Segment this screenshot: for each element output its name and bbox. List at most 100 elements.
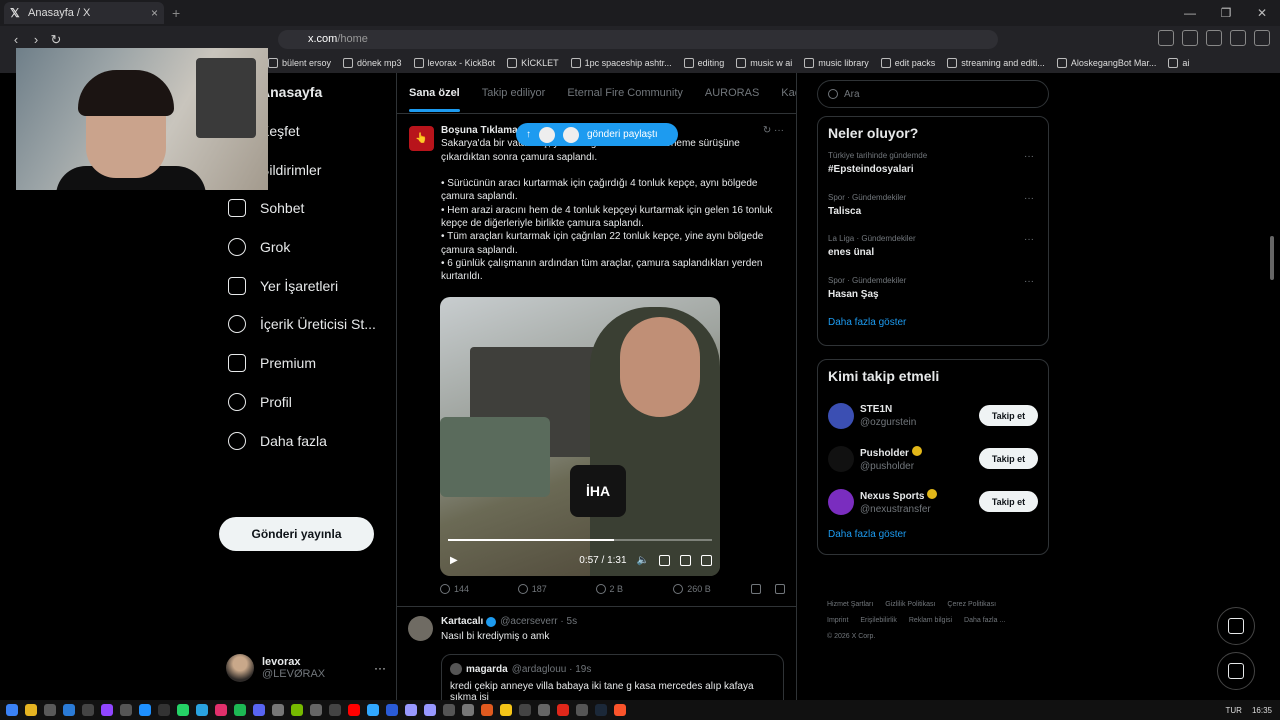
volume-icon[interactable]: 🔈	[637, 555, 649, 566]
account-more-icon[interactable]: ···	[374, 661, 386, 675]
follow-suggestion[interactable]: Pusholder @pusholder Takip et	[828, 437, 1038, 480]
browser-tab[interactable]: 𝕏 Anasayfa / X ×	[4, 2, 164, 24]
premiere-icon[interactable]	[424, 704, 436, 716]
author-avatar[interactable]	[408, 616, 433, 641]
back-icon[interactable]: ‹	[6, 32, 26, 48]
forward-icon[interactable]: ›	[26, 32, 46, 48]
post[interactable]: Kartacalı @acerseverr · 5s Nasıl bi kred…	[397, 606, 796, 714]
bookmark-item[interactable]: levorax - KickBot	[413, 58, 495, 68]
new-posts-pill[interactable]: ↑ gönderi paylaştı	[516, 123, 678, 146]
nav-item-profile[interactable]: Profil	[220, 383, 390, 422]
app-icon[interactable]	[272, 704, 284, 716]
media-encoder-icon[interactable]	[386, 704, 398, 716]
bookmark-item[interactable]: KİCKLET	[507, 58, 559, 68]
nav-item-premium[interactable]: Premium	[220, 344, 390, 383]
photoshop-icon[interactable]	[367, 704, 379, 716]
footer-link[interactable]: Daha fazla ...	[964, 617, 1005, 624]
app-icon[interactable]	[139, 704, 151, 716]
footer-link[interactable]: Hizmet Şartları	[827, 601, 873, 608]
footer-link[interactable]: Imprint	[827, 617, 848, 624]
url-field[interactable]: x.com/home	[278, 30, 998, 49]
vscode-icon[interactable]	[63, 704, 75, 716]
screenshot-icon[interactable]	[1182, 30, 1198, 46]
bookmark-item[interactable]: dönek mp3	[343, 58, 402, 68]
trend-more-icon[interactable]: ···	[1024, 193, 1034, 204]
nav-item-grok[interactable]: Grok	[220, 228, 390, 267]
illustrator-icon[interactable]	[348, 704, 360, 716]
whatsapp-icon[interactable]	[177, 704, 189, 716]
app-icon[interactable]	[576, 704, 588, 716]
settings-icon[interactable]	[659, 554, 670, 566]
bookmark-folder[interactable]: editing	[683, 58, 724, 68]
nav-item-more[interactable]: Daha fazla	[220, 421, 390, 460]
play-icon[interactable]: ▶	[450, 555, 458, 566]
after-effects-icon[interactable]	[405, 704, 417, 716]
follow-button[interactable]: Takip et	[979, 405, 1038, 426]
post-author[interactable]: Boşuna Tıklama	[441, 124, 518, 137]
start-icon[interactable]	[6, 704, 18, 716]
minimize-icon[interactable]: —	[1172, 0, 1208, 26]
app-icon[interactable]	[310, 704, 322, 716]
video-progress-bar[interactable]	[448, 539, 712, 541]
steam-icon[interactable]	[595, 704, 607, 716]
tab-community[interactable]: Eternal Fire Community	[567, 87, 683, 99]
bookmark-item[interactable]: AloskegangBot Mar...	[1056, 58, 1156, 68]
sidebar-icon[interactable]	[1206, 30, 1222, 46]
account-switcher[interactable]: levorax @LEVØRAX ···	[226, 652, 386, 684]
spotify-icon[interactable]	[234, 704, 246, 716]
telegram-icon[interactable]	[196, 704, 208, 716]
bookmark-folder[interactable]: ai	[1168, 58, 1189, 68]
app-icon[interactable]	[120, 704, 132, 716]
tiktok-icon[interactable]	[158, 704, 170, 716]
follow-suggestion[interactable]: Nexus Sports @nexustransfer Takip et	[828, 480, 1038, 523]
post-button[interactable]: Gönderi yayınla	[219, 517, 374, 551]
nav-item-creator-studio[interactable]: İçerik Üreticisi St...	[220, 305, 390, 344]
tab-following[interactable]: Takip ediliyor	[482, 87, 546, 99]
maximize-icon[interactable]: ❐	[1208, 0, 1244, 26]
menu-icon[interactable]	[1254, 30, 1270, 46]
post-video[interactable]: İHA ▶ 0:57 / 1:31 🔈	[440, 297, 720, 576]
show-more-trends-link[interactable]: Daha fazla göster	[828, 317, 1038, 328]
share-icon[interactable]	[775, 584, 785, 594]
app-icon[interactable]	[538, 704, 550, 716]
trend-item[interactable]: Spor · Gündemdekiler Talisca ···	[828, 193, 1038, 235]
extensions-icon[interactable]	[1158, 30, 1174, 46]
fullscreen-icon[interactable]	[701, 554, 712, 566]
file-explorer-icon[interactable]	[25, 704, 37, 716]
trend-item[interactable]: La Liga · Gündemdekiler enes ünal ···	[828, 234, 1038, 276]
pip-icon[interactable]	[680, 554, 691, 566]
reload-icon[interactable]: ↻	[46, 32, 66, 48]
author-avatar-icon[interactable]: 👆	[409, 126, 434, 151]
shield-icon[interactable]	[1230, 30, 1246, 46]
tray-clock[interactable]: 16:35	[1252, 706, 1272, 715]
app-icon[interactable]	[44, 704, 56, 716]
footer-link[interactable]: Çerez Politikası	[947, 601, 996, 608]
post-author[interactable]: Kartacalı	[441, 616, 483, 627]
app-icon[interactable]	[82, 704, 94, 716]
repost-button[interactable]: 187	[517, 584, 596, 594]
follow-suggestion[interactable]: STE1N @ozgurstein Takip et	[828, 394, 1038, 437]
instagram-icon[interactable]	[215, 704, 227, 716]
tray-lang[interactable]: TUR	[1226, 706, 1242, 715]
tab-auroras[interactable]: AURORAS	[705, 87, 759, 99]
bookmark-folder[interactable]: music w ai	[736, 58, 792, 68]
app-icon[interactable]	[500, 704, 512, 716]
page-scrollbar[interactable]	[1270, 236, 1274, 280]
app-icon[interactable]	[519, 704, 531, 716]
post-menu-icon[interactable]: ↻ ···	[763, 124, 784, 137]
bookmark-post-icon[interactable]	[751, 584, 761, 594]
app-icon[interactable]	[329, 704, 341, 716]
follow-button[interactable]: Takip et	[979, 448, 1038, 469]
footer-link[interactable]: Erişilebilirlik	[860, 617, 897, 624]
grok-fab-button[interactable]	[1217, 607, 1255, 645]
window-close-icon[interactable]: ✕	[1244, 0, 1280, 26]
nvidia-icon[interactable]	[291, 704, 303, 716]
app-icon[interactable]	[557, 704, 569, 716]
bookmark-folder[interactable]: music library	[804, 58, 869, 68]
tab-kachow[interactable]: Kachow	[781, 87, 796, 99]
new-tab-icon[interactable]: +	[172, 5, 180, 21]
trend-more-icon[interactable]: ···	[1024, 151, 1034, 162]
bookmark-item[interactable]: bülent ersoy	[268, 58, 331, 68]
views-button[interactable]: 260 B	[673, 584, 751, 594]
trend-item[interactable]: Türkiye tarihinde gündemde #Epsteindosya…	[828, 151, 1038, 193]
